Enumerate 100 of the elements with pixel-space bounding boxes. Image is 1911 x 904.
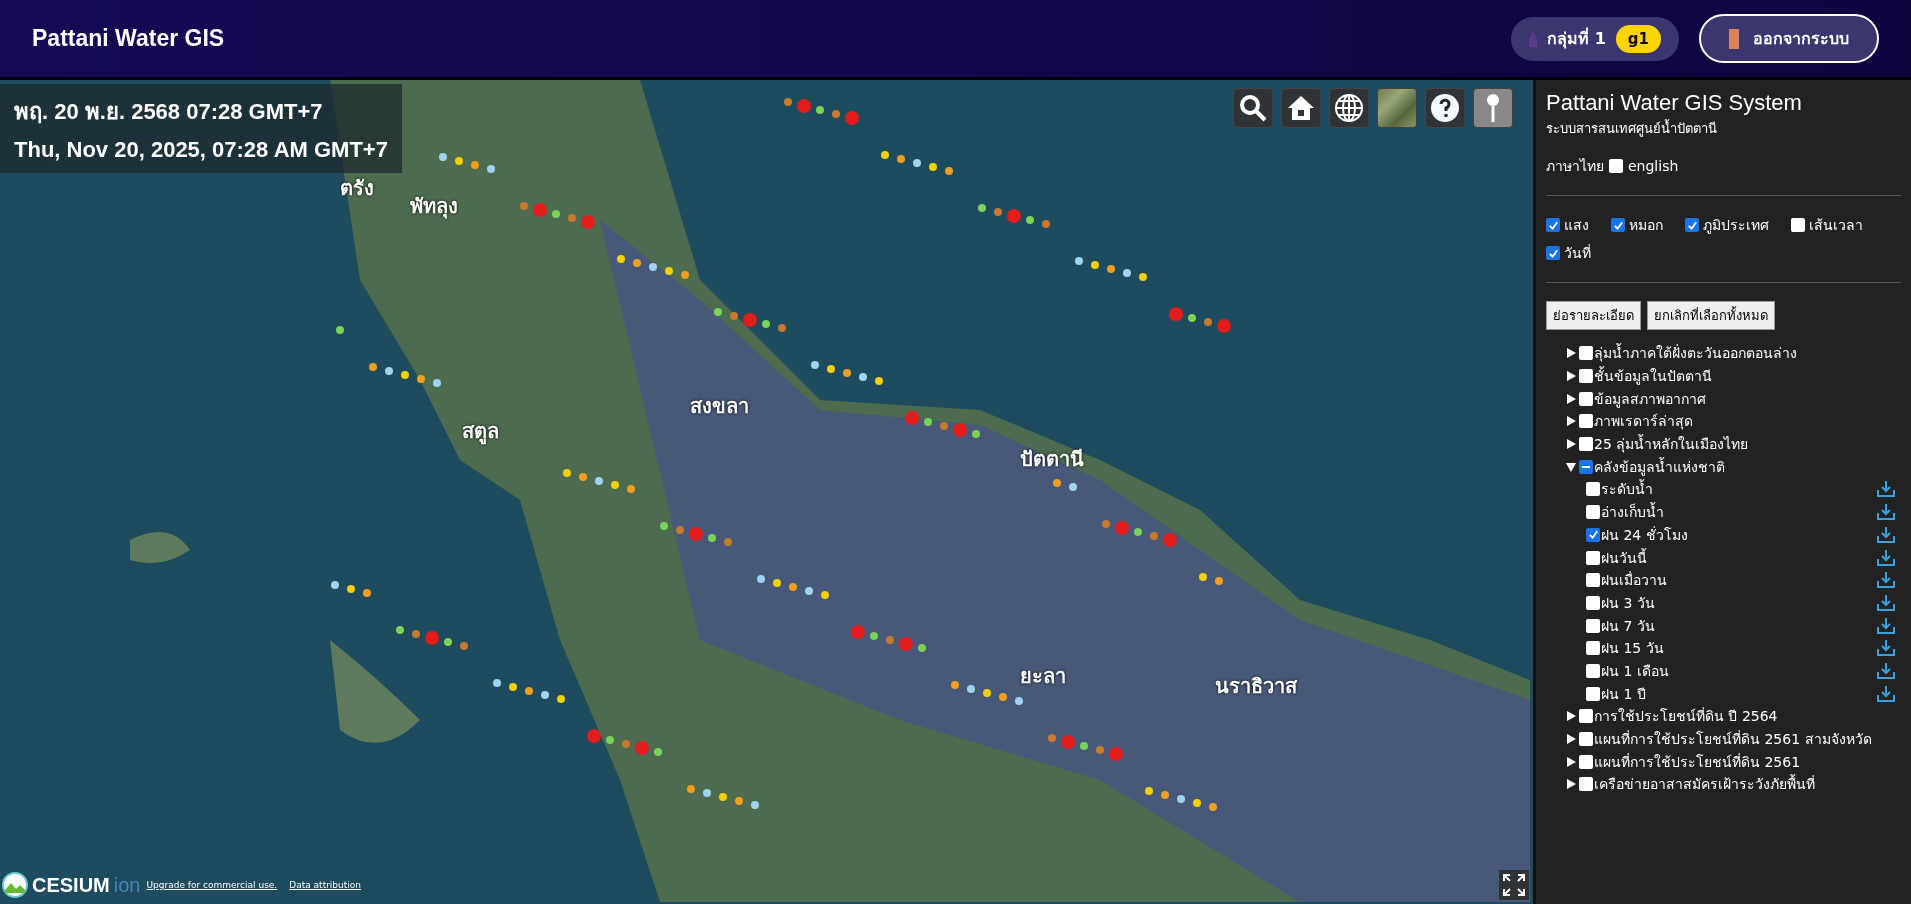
- map-marker[interactable]: [703, 789, 711, 797]
- map-marker[interactable]: [617, 255, 625, 263]
- map-marker[interactable]: [660, 522, 668, 530]
- collapse-icon[interactable]: [1566, 461, 1576, 472]
- map-marker[interactable]: [417, 375, 425, 383]
- checkbox[interactable]: [1579, 437, 1593, 452]
- checkbox[interactable]: [1685, 218, 1699, 232]
- map-marker[interactable]: [870, 632, 878, 640]
- map-marker[interactable]: [929, 163, 937, 171]
- download-icon[interactable]: [1877, 616, 1895, 635]
- map-marker[interactable]: [581, 215, 595, 229]
- checkbox[interactable]: [1579, 709, 1593, 724]
- map-marker[interactable]: [1134, 528, 1142, 536]
- map-marker[interactable]: [940, 422, 948, 430]
- checkbox[interactable]: [1586, 595, 1600, 610]
- checkbox[interactable]: [1579, 346, 1593, 361]
- map-marker[interactable]: [751, 801, 759, 809]
- map-marker[interactable]: [525, 687, 533, 695]
- map-marker[interactable]: [1139, 273, 1147, 281]
- attribution-link[interactable]: Data attribution: [289, 880, 361, 890]
- map-marker[interactable]: [1091, 261, 1099, 269]
- map-marker[interactable]: [875, 377, 883, 385]
- download-icon[interactable]: [1877, 503, 1895, 522]
- map-marker[interactable]: [708, 534, 716, 542]
- map-marker[interactable]: [336, 326, 344, 334]
- map-marker[interactable]: [811, 361, 819, 369]
- map-marker[interactable]: [978, 204, 986, 212]
- map-marker[interactable]: [886, 636, 894, 644]
- map-marker[interactable]: [945, 167, 953, 175]
- map-marker[interactable]: [385, 367, 393, 375]
- map-marker[interactable]: [1145, 787, 1153, 795]
- logout-button[interactable]: ออกจากระบบ: [1699, 14, 1879, 63]
- map-marker[interactable]: [1150, 532, 1158, 540]
- map-marker[interactable]: [983, 689, 991, 697]
- map-marker[interactable]: [913, 159, 921, 167]
- map-marker[interactable]: [676, 526, 684, 534]
- expand-icon[interactable]: [1566, 734, 1576, 745]
- map-marker[interactable]: [757, 575, 765, 583]
- map-marker[interactable]: [1177, 795, 1185, 803]
- map-marker[interactable]: [633, 259, 641, 267]
- map-marker[interactable]: [493, 679, 501, 687]
- download-icon[interactable]: [1877, 684, 1895, 703]
- layer-label[interactable]: ฝน 24 ชั่วโมง: [1601, 523, 1876, 546]
- map-marker[interactable]: [1169, 307, 1183, 321]
- layer-label[interactable]: ฝน 1 เดือน: [1601, 659, 1876, 682]
- map-marker[interactable]: [396, 626, 404, 634]
- checkbox[interactable]: [1586, 573, 1600, 588]
- map-marker[interactable]: [821, 591, 829, 599]
- map-marker[interactable]: [1109, 747, 1123, 761]
- map-marker[interactable]: [827, 365, 835, 373]
- map-marker[interactable]: [455, 157, 463, 165]
- map-marker[interactable]: [714, 308, 722, 316]
- layer-label[interactable]: คลังข้อมูลน้ำแห่งชาติ: [1594, 455, 1901, 478]
- map-marker[interactable]: [509, 683, 517, 691]
- map-marker[interactable]: [425, 631, 439, 645]
- map-marker[interactable]: [905, 411, 919, 425]
- map-marker[interactable]: [520, 202, 528, 210]
- map-marker[interactable]: [1204, 318, 1212, 326]
- expand-icon[interactable]: [1566, 416, 1576, 427]
- checkbox[interactable]: [1586, 505, 1600, 520]
- map-marker[interactable]: [1042, 220, 1050, 228]
- checkbox[interactable]: [1579, 459, 1593, 474]
- help-button[interactable]: [1425, 88, 1465, 128]
- map-marker[interactable]: [635, 741, 649, 755]
- map-marker[interactable]: [851, 625, 865, 639]
- search-button[interactable]: [1233, 88, 1273, 128]
- map-marker[interactable]: [487, 165, 495, 173]
- download-icon[interactable]: [1877, 571, 1895, 590]
- download-icon[interactable]: [1877, 525, 1895, 544]
- map-marker[interactable]: [1026, 216, 1034, 224]
- download-icon[interactable]: [1877, 548, 1895, 567]
- map-marker[interactable]: [622, 740, 630, 748]
- map-marker[interactable]: [999, 693, 1007, 701]
- map-marker[interactable]: [832, 110, 840, 118]
- layer-label[interactable]: อ่างเก็บน้ำ: [1601, 501, 1876, 524]
- checkbox[interactable]: [1586, 663, 1600, 678]
- expand-icon[interactable]: [1566, 393, 1576, 404]
- map-marker[interactable]: [568, 214, 576, 222]
- layer-label[interactable]: ภาพเรดาร์ล่าสุด: [1594, 410, 1901, 433]
- imagery-picker-button[interactable]: [1377, 88, 1417, 128]
- expand-icon[interactable]: [1566, 756, 1576, 767]
- checkbox[interactable]: [1579, 414, 1593, 429]
- layer-label[interactable]: ฝน 15 วัน: [1601, 637, 1876, 660]
- checkbox[interactable]: [1579, 777, 1593, 792]
- expand-icon[interactable]: [1566, 711, 1576, 722]
- map-marker[interactable]: [953, 423, 967, 437]
- map-marker[interactable]: [363, 589, 371, 597]
- map-marker[interactable]: [1048, 734, 1056, 742]
- checkbox[interactable]: [1611, 218, 1625, 232]
- checkbox[interactable]: [1579, 369, 1593, 384]
- map-marker[interactable]: [924, 418, 932, 426]
- map-marker[interactable]: [689, 527, 703, 541]
- map-marker[interactable]: [611, 481, 619, 489]
- map-marker[interactable]: [1007, 209, 1021, 223]
- layer-label[interactable]: ฝน 7 วัน: [1601, 614, 1876, 637]
- map-marker[interactable]: [1061, 735, 1075, 749]
- expand-icon[interactable]: [1566, 348, 1576, 359]
- layer-label[interactable]: ฝน 3 วัน: [1601, 591, 1876, 614]
- map-marker[interactable]: [797, 99, 811, 113]
- expand-icon[interactable]: [1566, 779, 1576, 790]
